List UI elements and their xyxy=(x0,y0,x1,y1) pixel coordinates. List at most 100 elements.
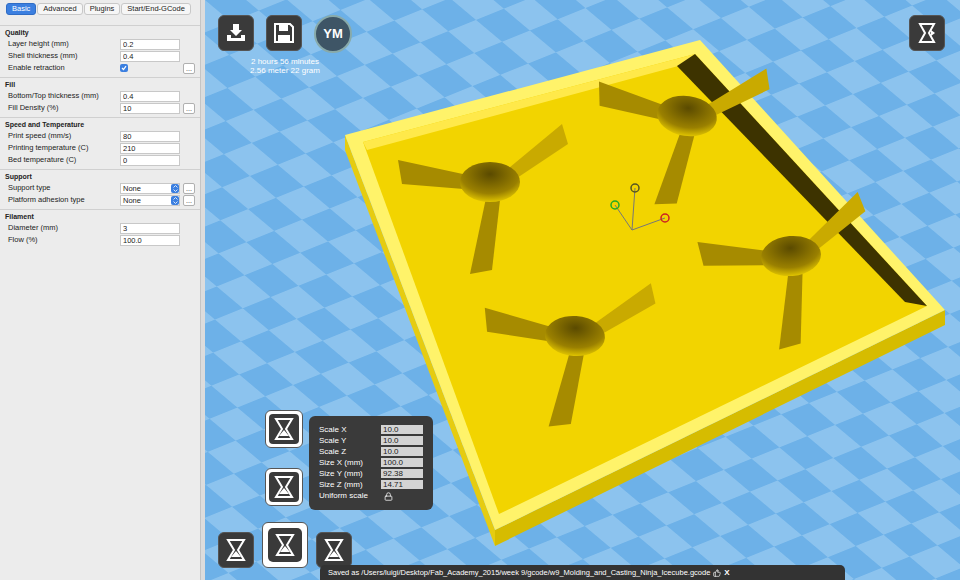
setting-label: Shell thickness (mm) xyxy=(8,51,120,61)
settings-section: SupportSupport typeNone...Platform adhes… xyxy=(0,169,200,206)
setting-row: Support typeNone... xyxy=(0,182,200,194)
setting-input[interactable] xyxy=(120,91,180,102)
setting-input[interactable] xyxy=(120,103,180,114)
setting-label: Fill Density (%) xyxy=(8,103,120,113)
rotate-button[interactable] xyxy=(218,532,254,568)
star-cavity xyxy=(583,46,772,218)
rotate-icon xyxy=(223,537,249,563)
scale-row: Scale Y xyxy=(319,435,423,446)
scale-row: Size Y (mm) xyxy=(319,468,423,479)
view-angle-icon xyxy=(915,21,939,45)
setting-row: Diameter (mm) xyxy=(0,222,200,234)
setting-label: Enable retraction xyxy=(8,63,120,73)
setting-row: Printing temperature (C) xyxy=(0,142,200,154)
thumbs-up-icon[interactable] xyxy=(713,569,721,577)
tab[interactable]: Basic xyxy=(6,3,36,15)
uniform-scale-row[interactable]: Uniform scale xyxy=(319,490,423,502)
scale-input[interactable] xyxy=(381,469,423,478)
settings-section: FilamentDiameter (mm) Flow (%) xyxy=(0,209,200,246)
mirror-button[interactable] xyxy=(316,532,352,568)
setting-label: Bed temperature (C) xyxy=(8,155,120,165)
tab[interactable]: Plugins xyxy=(84,3,121,15)
scale-reset-icon xyxy=(271,416,297,442)
scale-row: Size Z (mm) xyxy=(319,479,423,490)
setting-input[interactable] xyxy=(120,131,180,142)
scale-reset-button[interactable] xyxy=(265,410,303,448)
section-heading: Fill xyxy=(0,77,200,90)
setting-label: Layer height (mm) xyxy=(8,39,120,49)
scale-input[interactable] xyxy=(381,436,423,445)
setting-row: Bed temperature (C) xyxy=(0,154,200,166)
save-icon xyxy=(272,21,296,45)
scale-panel: Scale XScale YScale ZSize X (mm)Size Y (… xyxy=(309,416,433,510)
setting-label: Diameter (mm) xyxy=(8,223,120,233)
load-button[interactable] xyxy=(218,15,254,51)
setting-select[interactable]: None xyxy=(120,195,180,206)
print-estimate: 2 hours 56 minutes2.56 meter 22 gram xyxy=(225,57,345,75)
panel-splitter[interactable] xyxy=(200,0,205,580)
setting-row: Enable retraction... xyxy=(0,62,200,74)
setting-label: Flow (%) xyxy=(8,235,120,245)
dropdown-arrow-icon xyxy=(171,196,179,205)
setting-input[interactable] xyxy=(120,143,180,154)
scale-row: Size X (mm) xyxy=(319,457,423,468)
scale-row: Scale X xyxy=(319,424,423,435)
settings-section: Speed and TemperaturePrint speed (mm/s) P… xyxy=(0,117,200,166)
settings-section: QualityLayer height (mm) Shell thickness … xyxy=(0,25,200,74)
scale-input[interactable] xyxy=(381,447,423,456)
more-button[interactable]: ... xyxy=(183,183,195,194)
scale-row: Scale Z xyxy=(319,446,423,457)
setting-label: Bottom/Top thickness (mm) xyxy=(8,91,120,101)
setting-label: Printing temperature (C) xyxy=(8,143,120,153)
section-heading: Speed and Temperature xyxy=(0,117,200,130)
mirror-icon xyxy=(321,537,347,563)
settings-section: FillBottom/Top thickness (mm)Fill Densit… xyxy=(0,77,200,114)
lock-icon[interactable] xyxy=(384,492,393,501)
scale-input[interactable] xyxy=(381,480,423,489)
view-mode-button[interactable]: YM xyxy=(314,15,352,53)
section-heading: Filament xyxy=(0,209,200,222)
star-cavity xyxy=(694,191,876,355)
status-message: Saved as /Users/luigi/Desktop/Fab_Academ… xyxy=(328,568,710,578)
setting-label: Support type xyxy=(8,183,120,193)
check-icon xyxy=(121,65,127,71)
scale-button[interactable] xyxy=(262,522,308,568)
close-button[interactable]: X xyxy=(724,568,729,578)
setting-input[interactable] xyxy=(120,39,180,50)
more-button[interactable]: ... xyxy=(183,63,195,74)
setting-input[interactable] xyxy=(120,51,180,62)
setting-select[interactable]: None xyxy=(120,183,180,194)
viewport: YM 2 hours 56 minutes2.56 meter 22 gram Sc… xyxy=(205,0,960,580)
setting-row: Shell thickness (mm) xyxy=(0,50,200,62)
dropdown-arrow-icon xyxy=(171,184,179,193)
load-icon xyxy=(224,21,248,45)
scale-input[interactable] xyxy=(381,425,423,434)
section-heading: Quality xyxy=(0,25,200,38)
setting-input[interactable] xyxy=(120,235,180,246)
view-angle-button[interactable] xyxy=(909,15,945,51)
star-cavity xyxy=(477,272,657,433)
save-button[interactable] xyxy=(266,15,302,51)
scale-max-icon xyxy=(271,474,297,500)
setting-checkbox[interactable] xyxy=(120,64,128,72)
scale-max-button[interactable] xyxy=(265,468,303,506)
more-button[interactable]: ... xyxy=(183,103,195,114)
scale-input[interactable] xyxy=(381,458,423,467)
tab[interactable]: Start/End-GCode xyxy=(121,3,191,15)
section-heading: Support xyxy=(0,169,200,182)
setting-label: Print speed (mm/s) xyxy=(8,131,120,141)
star-cavity xyxy=(398,124,568,274)
cura-window: BasicAdvancedPluginsStart/End-GCode Quali… xyxy=(0,0,960,580)
setting-input[interactable] xyxy=(120,223,180,234)
tab[interactable]: Advanced xyxy=(37,3,82,15)
setting-label: Platform adhesion type xyxy=(8,195,120,205)
model-mold[interactable] xyxy=(345,40,945,546)
setting-row: Platform adhesion typeNone... xyxy=(0,194,200,206)
setting-input[interactable] xyxy=(120,155,180,166)
setting-row: Print speed (mm/s) xyxy=(0,130,200,142)
origin-gizmo-icon xyxy=(611,184,669,230)
setting-row: Fill Density (%)... xyxy=(0,102,200,114)
setting-row: Flow (%) xyxy=(0,234,200,246)
more-button[interactable]: ... xyxy=(183,195,195,206)
setting-row: Layer height (mm) xyxy=(0,38,200,50)
